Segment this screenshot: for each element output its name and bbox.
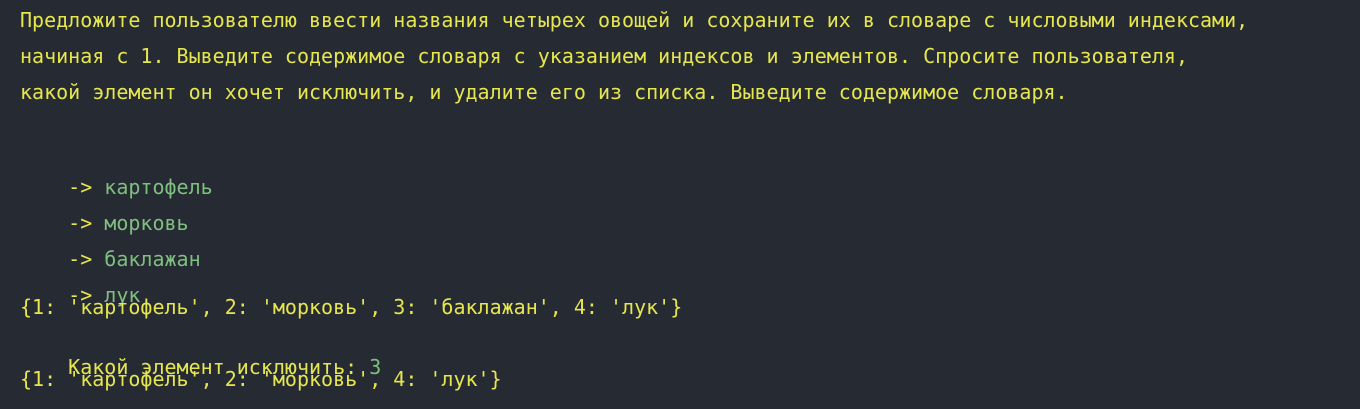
remove-line: Какой элемент исключить: 3 <box>20 331 381 379</box>
input-line-4: -> лук <box>20 259 140 307</box>
input-line-1: -> картофель <box>20 151 213 199</box>
input-line-3: -> баклажан <box>20 223 200 271</box>
terminal-output: Предложите пользователю ввести названия … <box>0 0 1360 409</box>
input-line-2: -> морковь <box>20 187 188 235</box>
task-line-1: Предложите пользователю ввести названия … <box>20 8 1249 32</box>
dict-before: {1: 'картофель', 2: 'морковь', 3: 'бакла… <box>20 295 683 319</box>
task-line-2: начиная с 1. Выведите содержимое словаря… <box>20 44 1188 68</box>
dict-after: {1: 'картофель', 2: 'морковь', 4: 'лук'} <box>20 367 502 391</box>
task-line-3: какой элемент он хочет исключить, и удал… <box>20 80 1068 104</box>
